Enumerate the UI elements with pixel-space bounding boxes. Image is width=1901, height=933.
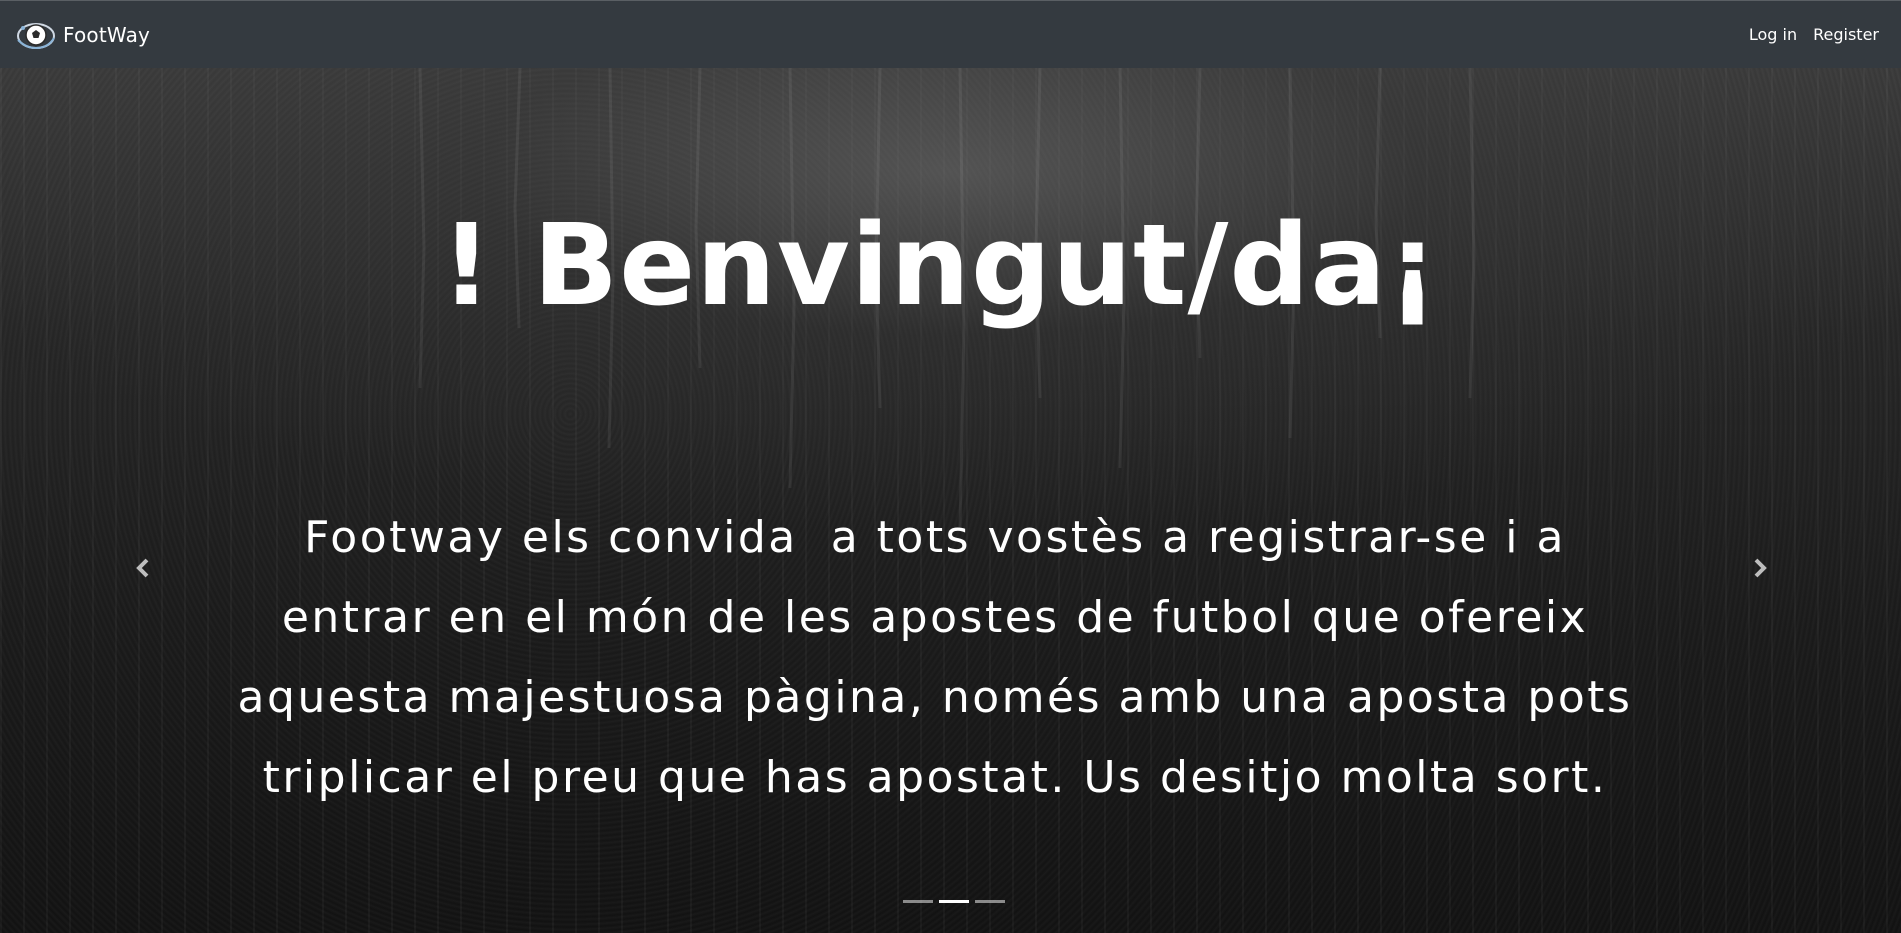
football-logo-icon <box>17 22 55 49</box>
carousel-indicators <box>900 900 1008 903</box>
chevron-left-icon <box>136 558 149 578</box>
carousel-indicator-3[interactable] <box>975 900 1005 903</box>
nav-links: Log in Register <box>1733 25 1879 44</box>
carousel-indicator-2[interactable] <box>939 900 969 903</box>
carousel-next-button[interactable] <box>1740 538 1780 598</box>
hero-description: Footway els convida a tots vostès a regi… <box>237 512 1649 803</box>
chevron-right-icon <box>1754 558 1767 578</box>
register-link[interactable]: Register <box>1813 25 1879 44</box>
brand-link[interactable]: FootWay <box>14 18 150 52</box>
carousel-indicator-1[interactable] <box>903 900 933 903</box>
login-link[interactable]: Log in <box>1749 25 1797 44</box>
hero-carousel: ! Benvingut/da¡ Footway els convida a to… <box>0 68 1901 933</box>
hero-title: ! Benvingut/da¡ <box>440 201 1440 331</box>
carousel-prev-button[interactable] <box>123 538 163 598</box>
brand-name: FootWay <box>63 22 151 47</box>
navbar: FootWay Log in Register <box>0 0 1901 68</box>
